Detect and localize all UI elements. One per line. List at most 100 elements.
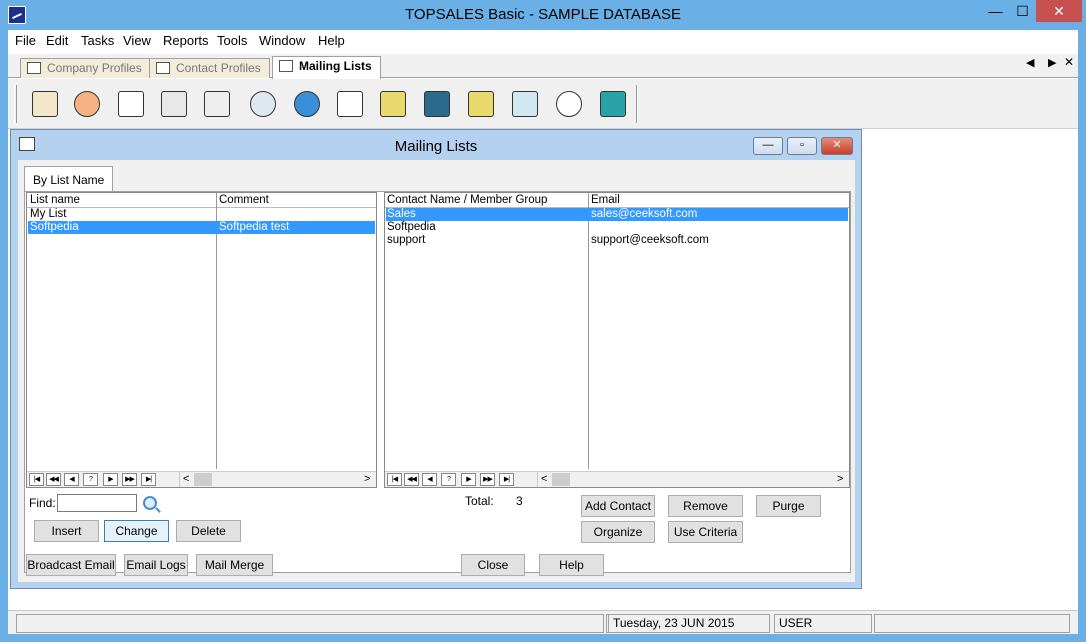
tab-panel: List name Comment My List Softpedia Soft…	[24, 191, 851, 573]
grid-header: List name Comment	[27, 193, 376, 208]
globe-computer-icon[interactable]	[290, 87, 324, 121]
envelope-icon[interactable]	[114, 87, 148, 121]
toolbar-grip[interactable]	[14, 85, 17, 123]
stopwatch-icon[interactable]	[552, 87, 586, 121]
nav-prev-page-button[interactable]: ◀◀	[404, 473, 419, 486]
column-header-email[interactable]: Email	[591, 194, 620, 206]
menu-bar: File Edit Tasks View Reports Tools Windo…	[8, 30, 1078, 52]
mdi-body: By List Name List name Comment My List S…	[18, 160, 855, 582]
nav-next-button[interactable]: ▶	[103, 473, 118, 486]
menu-edit[interactable]: Edit	[46, 33, 68, 48]
nav-last-button[interactable]: ▶|	[141, 473, 156, 486]
lists-grid[interactable]: List name Comment My List Softpedia Soft…	[26, 192, 377, 488]
main-toolbar	[8, 79, 1078, 129]
use-criteria-button[interactable]: Use Criteria	[668, 521, 743, 543]
nav-query-button[interactable]: ?	[83, 473, 98, 486]
tab-next-button[interactable]: ▶	[1048, 56, 1056, 69]
mdi-title-bar[interactable]: Mailing Lists — ▫ ✕	[11, 130, 861, 160]
insert-button[interactable]: Insert	[34, 520, 99, 542]
column-header-comment[interactable]: Comment	[219, 194, 269, 206]
table-row-selected[interactable]: Sales sales@ceeksoft.com	[386, 208, 848, 221]
members-grid[interactable]: Contact Name / Member Group Email Sales …	[384, 192, 850, 488]
tab-company-profiles[interactable]: Company Profiles	[20, 58, 151, 78]
nav-query-button[interactable]: ?	[441, 473, 456, 486]
tab-mailing-lists[interactable]: Mailing Lists	[272, 56, 381, 79]
address-card-icon[interactable]	[157, 87, 191, 121]
nav-next-page-button[interactable]: ▶▶	[480, 473, 495, 486]
nav-first-button[interactable]: |◀	[387, 473, 402, 486]
menu-file[interactable]: File	[15, 33, 36, 48]
magnifier-report-icon[interactable]	[246, 87, 280, 121]
bank-icon[interactable]	[420, 87, 454, 121]
column-header-contact-name[interactable]: Contact Name / Member Group	[387, 194, 547, 206]
broadcast-email-button[interactable]: Broadcast Email	[26, 554, 116, 576]
find-input[interactable]	[57, 494, 137, 512]
tab-by-list-name[interactable]: By List Name	[24, 166, 114, 192]
table-row[interactable]: Softpedia	[386, 221, 848, 234]
email-logs-button[interactable]: Email Logs	[124, 554, 188, 576]
mdi-restore-button[interactable]: ▫	[787, 137, 817, 155]
menu-tools[interactable]: Tools	[217, 33, 247, 48]
column-header-list-name[interactable]: List name	[30, 194, 80, 206]
purge-button[interactable]: Purge	[756, 495, 821, 517]
form-icon	[27, 62, 41, 74]
grid-header: Contact Name / Member Group Email	[385, 193, 849, 208]
remove-button[interactable]: Remove	[668, 495, 743, 517]
desk-lamp-icon[interactable]	[508, 87, 542, 121]
horizontal-scrollbar[interactable]: < >	[537, 472, 848, 487]
tab-close-button[interactable]: ✕	[1064, 55, 1074, 69]
form-icon	[279, 60, 293, 72]
menu-help[interactable]: Help	[318, 33, 345, 48]
horizontal-scrollbar[interactable]: < >	[179, 472, 375, 487]
mdi-close-button[interactable]: ✕	[821, 137, 853, 155]
menu-tasks[interactable]: Tasks	[81, 33, 114, 48]
menu-reports[interactable]: Reports	[163, 33, 209, 48]
organize-button[interactable]: Organize	[581, 521, 655, 543]
calculator-icon[interactable]	[596, 87, 630, 121]
nav-prev-button[interactable]: ◀	[422, 473, 437, 486]
nav-next-page-button[interactable]: ▶▶	[122, 473, 137, 486]
table-row[interactable]: My List	[28, 208, 375, 221]
tab-contact-profiles[interactable]: Contact Profiles	[149, 58, 270, 78]
nav-next-button[interactable]: ▶	[461, 473, 476, 486]
menu-view[interactable]: View	[123, 33, 151, 48]
mail-merge-button[interactable]: Mail Merge	[196, 554, 273, 576]
people-icon[interactable]	[70, 87, 104, 121]
help-button[interactable]: Help	[539, 554, 604, 576]
nav-first-button[interactable]: |◀	[29, 473, 44, 486]
add-contact-button[interactable]: Add Contact	[581, 495, 655, 517]
contact-name-cell: support	[387, 234, 426, 246]
scroll-right-button[interactable]: >	[837, 472, 843, 487]
warehouse-icon[interactable]	[464, 87, 498, 121]
list-name-cell: Softpedia	[30, 221, 79, 233]
close-window-button[interactable]: ✕	[1036, 0, 1082, 22]
cash-register-icon[interactable]	[376, 87, 410, 121]
contact-home-icon[interactable]	[28, 87, 62, 121]
maximize-button[interactable]: ☐	[1008, 0, 1037, 22]
status-pane-date: Tuesday, 23 JUN 2015	[608, 614, 770, 633]
scroll-left-button[interactable]: <	[541, 472, 547, 487]
email-cell: sales@ceeksoft.com	[591, 208, 698, 220]
scroll-thumb[interactable]	[194, 473, 212, 486]
table-row-selected[interactable]: Softpedia Softpedia test	[28, 221, 375, 234]
email-cell: support@ceeksoft.com	[591, 234, 709, 246]
nav-last-button[interactable]: ▶|	[499, 473, 514, 486]
nav-prev-page-button[interactable]: ◀◀	[46, 473, 61, 486]
calendar-icon[interactable]	[200, 87, 234, 121]
search-icon[interactable]	[143, 496, 157, 510]
scroll-right-button[interactable]: >	[364, 472, 370, 487]
tab-prev-button[interactable]: ◀	[1026, 56, 1034, 69]
scroll-thumb[interactable]	[552, 473, 570, 486]
scroll-left-button[interactable]: <	[183, 472, 189, 487]
contact-name-cell: Sales	[387, 208, 416, 220]
close-button[interactable]: Close	[461, 554, 525, 576]
delete-button[interactable]: Delete	[176, 520, 241, 542]
table-row[interactable]: support support@ceeksoft.com	[386, 234, 848, 247]
dollar-document-icon[interactable]	[333, 87, 367, 121]
minimize-button[interactable]: —	[981, 0, 1010, 22]
mdi-minimize-button[interactable]: —	[753, 137, 783, 155]
tab-label: Company Profiles	[47, 61, 142, 75]
change-button[interactable]: Change	[104, 520, 169, 542]
menu-window[interactable]: Window	[259, 33, 305, 48]
nav-prev-button[interactable]: ◀	[64, 473, 79, 486]
